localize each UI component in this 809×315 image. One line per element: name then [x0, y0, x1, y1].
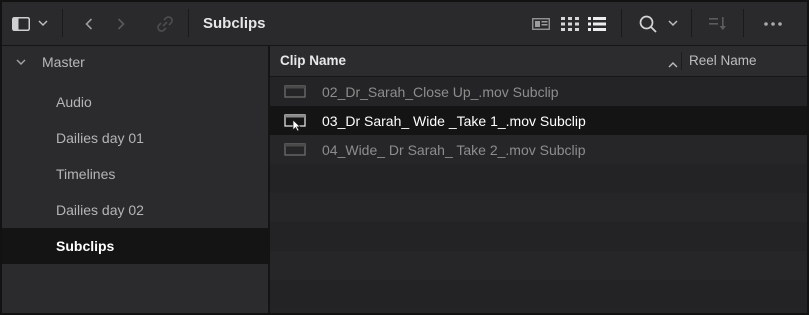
thumbnail-view-icon[interactable] — [559, 2, 581, 45]
column-header: Clip Name Reel Name — [270, 46, 807, 77]
search-icon[interactable] — [638, 2, 658, 45]
metadata-view-icon[interactable] — [530, 2, 552, 45]
subclip-icon — [284, 84, 306, 103]
sort-icon[interactable] — [707, 2, 729, 45]
clip-row[interactable]: 04_Wide_ Dr Sarah_ Take 2_.mov Subclip — [270, 135, 807, 164]
toolbar: Subclips — [2, 2, 807, 46]
link-icon[interactable] — [154, 2, 176, 45]
master-bin[interactable]: Master — [2, 46, 268, 78]
subclip-icon — [284, 142, 306, 161]
chevron-down-icon[interactable] — [16, 53, 30, 71]
bin-item-dailies-day-02[interactable]: Dailies day 02 — [2, 192, 268, 228]
search-options-chevron-icon[interactable] — [666, 2, 680, 45]
media-pool-panel: Subclips Master Audio Dailies day 01 Tim… — [0, 0, 809, 315]
column-clip-name[interactable]: Clip Name — [280, 46, 346, 76]
bin-item-label: Dailies day 02 — [56, 202, 144, 218]
bin-item-label: Audio — [56, 94, 92, 110]
bin-item-label: Subclips — [56, 238, 115, 254]
sidebar-toggle-icon[interactable] — [10, 2, 32, 45]
chevron-down-icon[interactable] — [36, 2, 50, 45]
back-arrow-icon[interactable] — [82, 2, 96, 45]
more-icon[interactable] — [760, 2, 790, 45]
subclip-icon — [284, 113, 306, 136]
bin-item-label: Timelines — [56, 166, 116, 182]
bin-item-subclips[interactable]: Subclips — [2, 228, 268, 264]
clip-name: 02_Dr_Sarah_Close Up_.mov Subclip — [322, 83, 559, 100]
sort-ascending-icon[interactable] — [668, 55, 678, 73]
clip-row-selected[interactable]: 03_Dr Sarah_ Wide _Take 1_.mov Subclip — [270, 106, 807, 135]
bin-sidebar: Master Audio Dailies day 01 Timelines Da… — [2, 46, 270, 313]
clip-list: Clip Name Reel Name 02_Dr_Sarah_Close Up… — [270, 46, 807, 313]
column-reel-name[interactable]: Reel Name — [689, 46, 757, 76]
folder-title: Subclips — [203, 15, 266, 32]
master-bin-label: Master — [42, 54, 85, 70]
clip-name: 03_Dr Sarah_ Wide _Take 1_.mov Subclip — [322, 112, 586, 129]
list-view-icon[interactable] — [586, 2, 608, 45]
clip-name: 04_Wide_ Dr Sarah_ Take 2_.mov Subclip — [322, 141, 586, 158]
forward-arrow-icon[interactable] — [114, 2, 128, 45]
clip-row[interactable]: 02_Dr_Sarah_Close Up_.mov Subclip — [270, 77, 807, 106]
bin-item-label: Dailies day 01 — [56, 130, 144, 146]
bin-item-dailies-day-01[interactable]: Dailies day 01 — [2, 120, 268, 156]
bin-item-timelines[interactable]: Timelines — [2, 156, 268, 192]
bin-item-audio[interactable]: Audio — [2, 84, 268, 120]
